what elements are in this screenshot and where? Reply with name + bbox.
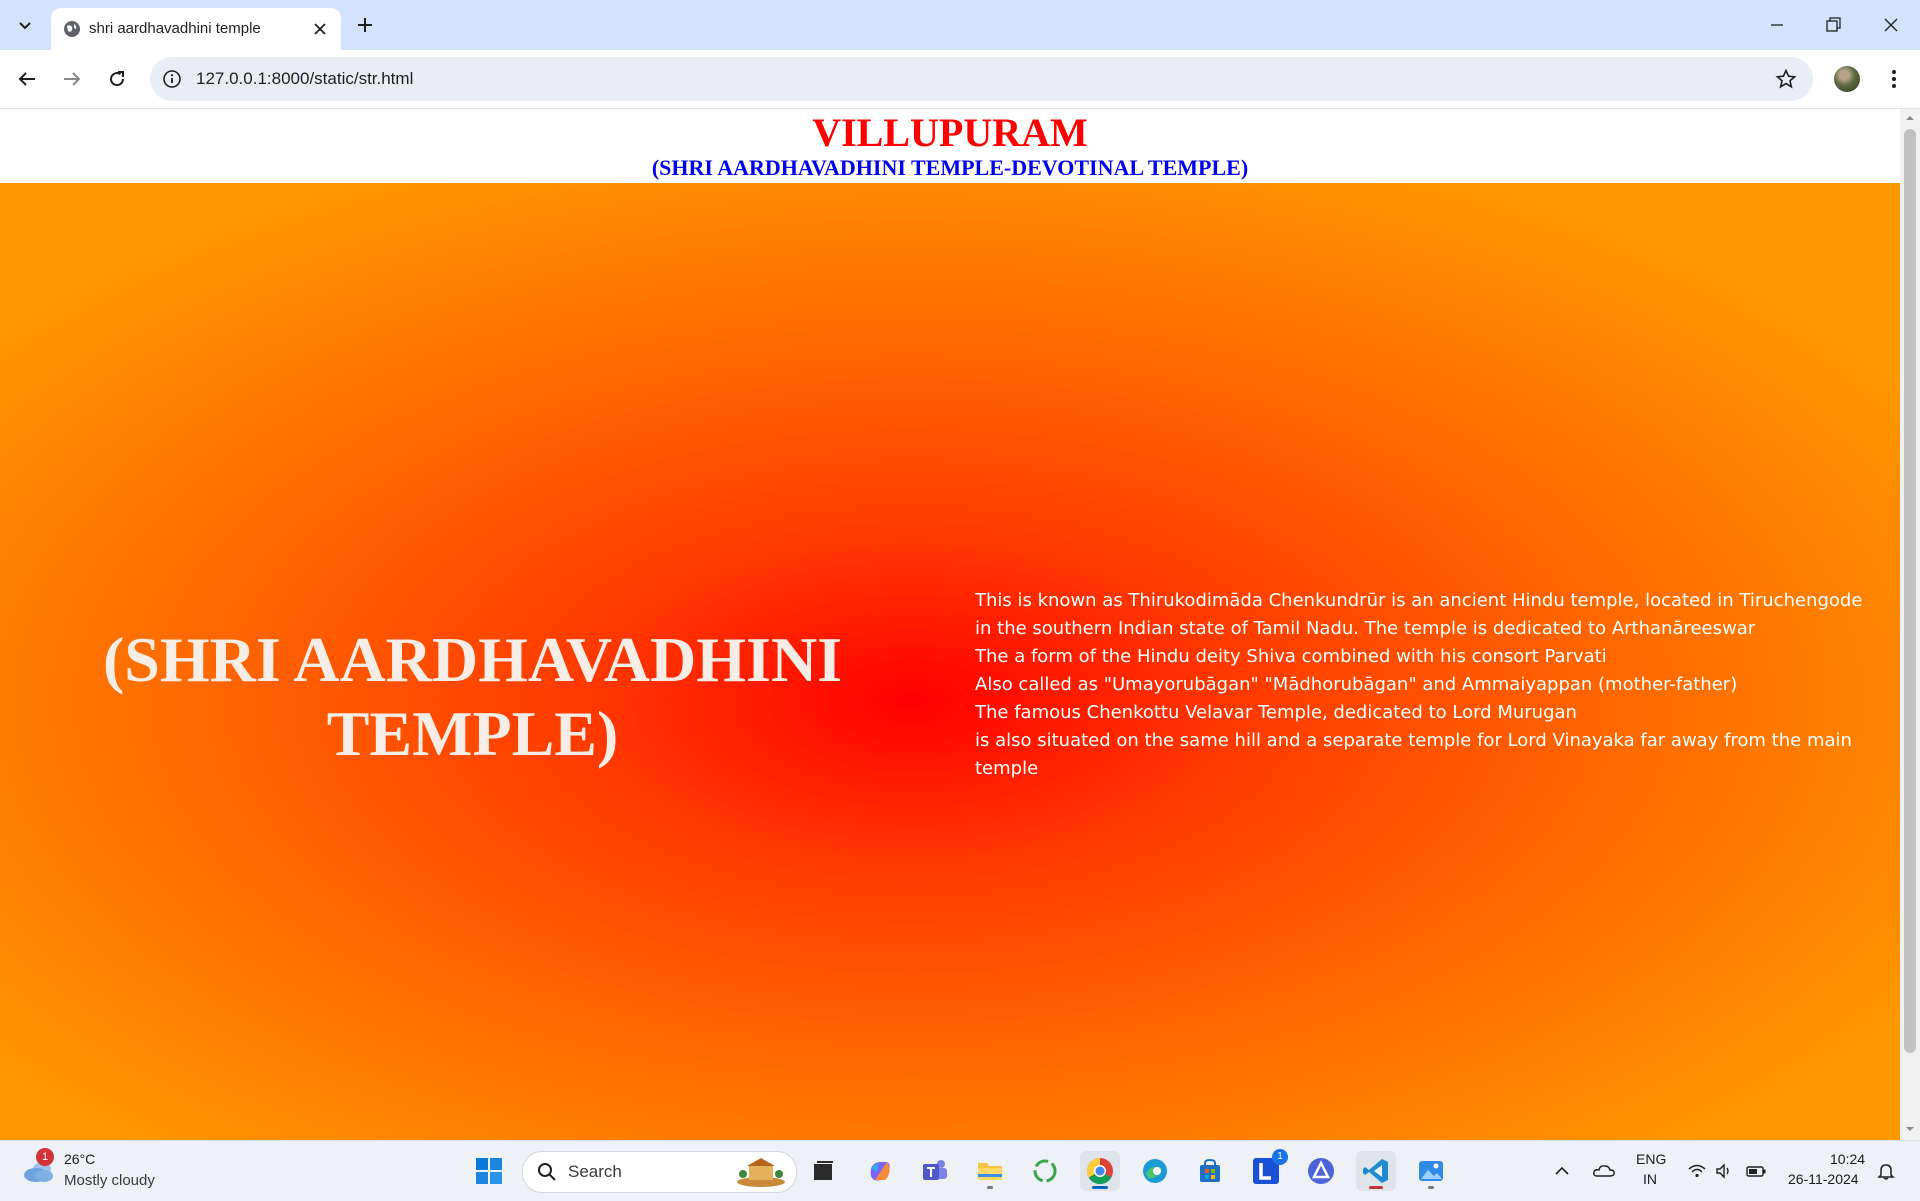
tab-title: shri aardhavadhini temple bbox=[89, 20, 261, 37]
tab-strip: shri aardhavadhini temple bbox=[0, 0, 1920, 50]
description-line: Also called as "Umayorubāgan" "Mādhorubā… bbox=[975, 674, 1738, 695]
temple-description: This is known as Thirukodimāda Chenkundr… bbox=[975, 587, 1880, 783]
language-region[interactable]: IN bbox=[1643, 1171, 1657, 1187]
chrome-button[interactable] bbox=[1080, 1151, 1120, 1191]
star-icon[interactable] bbox=[1775, 68, 1797, 90]
store-icon bbox=[1200, 1158, 1220, 1182]
task-view-button[interactable] bbox=[803, 1151, 843, 1191]
store-button[interactable] bbox=[1190, 1151, 1230, 1191]
vscode-icon bbox=[1363, 1159, 1388, 1183]
globe-icon bbox=[64, 21, 80, 37]
plus-icon[interactable] bbox=[352, 12, 378, 38]
description-line: in the southern Indian state of Tamil Na… bbox=[975, 618, 1756, 639]
address-bar[interactable]: 127.0.0.1:8000/static/str.html bbox=[150, 57, 1813, 101]
search-highlight-icon bbox=[737, 1158, 785, 1187]
wifi-icon[interactable] bbox=[1687, 1161, 1707, 1181]
page-header: VILLUPURAM (SHRI AARDHAVADHINI TEMPLE-DE… bbox=[0, 109, 1900, 183]
description-line: is also situated on the same hill and a … bbox=[975, 730, 1852, 779]
photos-icon bbox=[1419, 1161, 1443, 1181]
folder-icon bbox=[978, 1163, 1002, 1180]
arc-app-button[interactable] bbox=[1301, 1151, 1341, 1191]
description-line: The famous Chenkottu Velavar Temple, ded… bbox=[975, 702, 1577, 723]
refresh-app-button[interactable] bbox=[1025, 1151, 1065, 1191]
taskbar-search[interactable]: Search bbox=[522, 1151, 797, 1193]
clock-time[interactable]: 10:24 bbox=[1830, 1151, 1865, 1167]
battery-icon[interactable] bbox=[1745, 1161, 1767, 1181]
teams-icon bbox=[923, 1160, 947, 1180]
edge-icon bbox=[1143, 1159, 1167, 1183]
copilot-button[interactable] bbox=[860, 1151, 900, 1191]
scroll-up-icon[interactable] bbox=[1905, 113, 1915, 123]
window-close-icon[interactable] bbox=[1880, 14, 1902, 36]
running-indicator bbox=[1369, 1186, 1383, 1189]
lumen-app-button[interactable]: 1 bbox=[1246, 1149, 1288, 1191]
running-indicator bbox=[1428, 1186, 1434, 1189]
chevron-up-icon[interactable] bbox=[1552, 1161, 1572, 1181]
page-viewport: VILLUPURAM (SHRI AARDHAVADHINI TEMPLE-DE… bbox=[0, 109, 1900, 1140]
weather-condition: Mostly cloudy bbox=[64, 1172, 155, 1189]
description-line: This is known as Thirukodimāda Chenkundr… bbox=[975, 590, 1863, 611]
profile-avatar[interactable] bbox=[1834, 66, 1860, 92]
scrollbar-thumb[interactable] bbox=[1904, 129, 1916, 1053]
url-text[interactable]: 127.0.0.1:8000/static/str.html bbox=[196, 69, 413, 89]
close-icon[interactable] bbox=[311, 20, 329, 38]
page-scrollbar[interactable] bbox=[1900, 109, 1920, 1140]
more-icon[interactable] bbox=[1882, 67, 1906, 91]
info-icon[interactable] bbox=[162, 69, 182, 89]
weather-temperature: 26°C bbox=[64, 1151, 96, 1167]
chrome-icon bbox=[1086, 1157, 1113, 1185]
notification-badge: 1 bbox=[1272, 1149, 1288, 1165]
minimize-icon[interactable] bbox=[1766, 14, 1788, 36]
windows-taskbar: 1 26°C Mostly cloudy Search 1 ENG IN 10:… bbox=[0, 1140, 1920, 1201]
browser-toolbar: 127.0.0.1:8000/static/str.html bbox=[0, 50, 1920, 109]
vscode-button[interactable] bbox=[1356, 1151, 1396, 1191]
reload-icon[interactable] bbox=[105, 67, 129, 91]
hero-heading: (SHRI AARDHAVADHINI TEMPLE) bbox=[102, 624, 843, 769]
language-indicator[interactable]: ENG bbox=[1636, 1151, 1666, 1167]
circular-arrows-icon bbox=[1033, 1159, 1057, 1183]
onedrive-icon[interactable] bbox=[1592, 1161, 1616, 1181]
page-title: VILLUPURAM bbox=[812, 110, 1088, 155]
triangle-logo-icon bbox=[1308, 1158, 1334, 1184]
volume-icon[interactable] bbox=[1714, 1161, 1734, 1181]
edge-button[interactable] bbox=[1135, 1151, 1175, 1191]
scroll-down-icon[interactable] bbox=[1905, 1124, 1915, 1134]
copilot-icon bbox=[870, 1162, 890, 1181]
description-line: The a form of the Hindu deity Shiva comb… bbox=[975, 646, 1607, 667]
notification-bell-icon[interactable] bbox=[1876, 1161, 1896, 1181]
task-view-icon bbox=[814, 1161, 833, 1180]
windows-logo-icon bbox=[476, 1158, 502, 1184]
active-indicator bbox=[1092, 1186, 1108, 1189]
photos-button[interactable] bbox=[1411, 1151, 1451, 1191]
search-icon bbox=[538, 1163, 556, 1181]
restore-icon[interactable] bbox=[1822, 14, 1844, 36]
weather-badge: 1 bbox=[36, 1148, 54, 1166]
start-button[interactable] bbox=[469, 1151, 509, 1191]
clock-date[interactable]: 26-11-2024 bbox=[1788, 1171, 1859, 1187]
running-indicator bbox=[987, 1186, 993, 1189]
forward-icon[interactable] bbox=[60, 67, 84, 91]
back-icon[interactable] bbox=[15, 67, 39, 91]
tab-list-button[interactable] bbox=[8, 8, 42, 42]
search-label: Search bbox=[568, 1162, 622, 1181]
file-explorer-button[interactable] bbox=[970, 1151, 1010, 1191]
hero-section: (SHRI AARDHAVADHINI TEMPLE) This is know… bbox=[0, 183, 1900, 1140]
page-subtitle: (SHRI AARDHAVADHINI TEMPLE-DEVOTINAL TEM… bbox=[651, 155, 1249, 180]
browser-tab[interactable]: shri aardhavadhini temple bbox=[51, 8, 341, 50]
teams-button[interactable] bbox=[915, 1151, 955, 1191]
chevron-down-icon bbox=[19, 22, 31, 30]
